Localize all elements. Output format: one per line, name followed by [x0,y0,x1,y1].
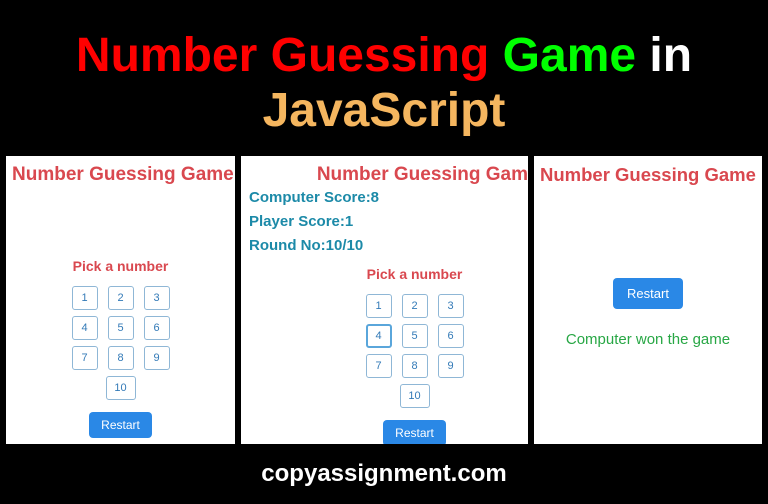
restart-button[interactable]: Restart [613,278,683,309]
number-button-9[interactable]: 9 [144,346,170,370]
pick-label: Pick a number [301,266,528,282]
stat-player-score: Player Score:1 [249,210,528,234]
number-button-6[interactable]: 6 [438,324,464,348]
number-button-1[interactable]: 1 [366,294,392,318]
number-button-9[interactable]: 9 [438,354,464,378]
keypad: 1 2 3 4 5 6 7 8 9 10 [366,294,464,444]
keypad-row: 4 5 6 [72,316,170,340]
number-button-4[interactable]: 4 [366,324,392,348]
headline-part-1: Number Guessing [76,29,489,82]
keypad-row: 7 8 9 [366,354,464,378]
screenshot-1: Number Guessing Game Pick a number 1 2 3… [6,156,235,444]
number-button-10[interactable]: 10 [400,384,430,408]
screenshots-row: Number Guessing Game Pick a number 1 2 3… [0,156,768,444]
number-button-3[interactable]: 3 [438,294,464,318]
headline-part-2 [489,29,502,82]
number-button-7[interactable]: 7 [72,346,98,370]
keypad-row: 4 5 6 [366,324,464,348]
number-button-5[interactable]: 5 [402,324,428,348]
number-button-2[interactable]: 2 [402,294,428,318]
result-container: Restart Computer won the game [534,272,762,348]
headline-part-3: Game [503,29,636,82]
pick-container: Pick a number 1 2 3 4 5 6 7 8 [301,266,528,444]
result-message: Computer won the game [534,331,762,348]
game-title: Number Guessing Game [534,156,762,186]
keypad-row: 10 [366,384,464,408]
screenshot-3: Number Guessing Game Restart Computer wo… [534,156,762,444]
keypad-row: 10 [72,376,170,400]
headline-part-4: in [636,29,692,82]
game-title: Number Guessing Game [6,156,235,186]
game-title: Number Guessing Gam [317,164,528,186]
keypad-row: 1 2 3 [366,294,464,318]
pick-container: Pick a number 1 2 3 4 5 6 7 8 [6,258,235,438]
page-headline: Number Guessing Game in JavaScript [0,0,768,156]
number-button-1[interactable]: 1 [72,286,98,310]
number-button-8[interactable]: 8 [402,354,428,378]
number-button-3[interactable]: 3 [144,286,170,310]
number-button-2[interactable]: 2 [108,286,134,310]
headline-part-5: JavaScript [263,84,506,137]
stat-round-no: Round No:10/10 [249,234,528,258]
screenshot-2: Number Guessing Gam Computer Score:8 Pla… [241,156,528,444]
keypad-row: 7 8 9 [72,346,170,370]
number-button-6[interactable]: 6 [144,316,170,340]
keypad-row: 1 2 3 [72,286,170,310]
pick-label: Pick a number [6,258,235,274]
number-button-5[interactable]: 5 [108,316,134,340]
stat-computer-score: Computer Score:8 [249,186,528,210]
number-button-10[interactable]: 10 [106,376,136,400]
page: Number Guessing Game in JavaScript Numbe… [0,0,768,504]
footer-credit: copyassignment.com [0,440,768,504]
number-button-8[interactable]: 8 [108,346,134,370]
restart-button[interactable]: Restart [89,412,152,438]
number-button-4[interactable]: 4 [72,316,98,340]
number-button-7[interactable]: 7 [366,354,392,378]
keypad: 1 2 3 4 5 6 7 8 9 10 [72,286,170,438]
